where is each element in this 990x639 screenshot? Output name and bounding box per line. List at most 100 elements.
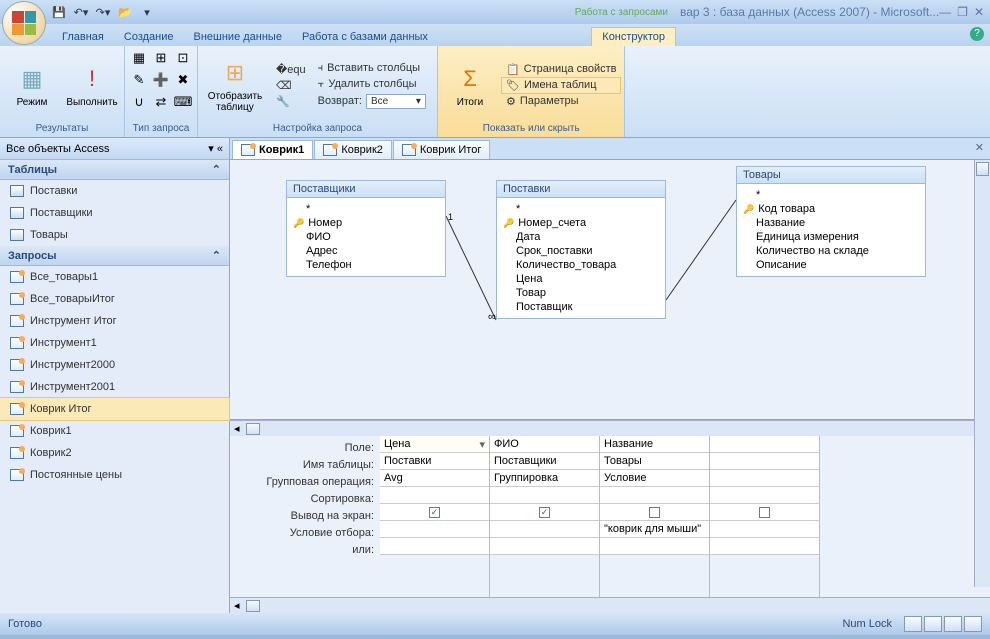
show-table-button[interactable]: ⊞ Отобразить таблицу	[202, 55, 268, 115]
field-cell[interactable]	[710, 436, 819, 453]
tab-design[interactable]: Конструктор	[591, 27, 676, 46]
show-cell[interactable]: ✓	[490, 504, 599, 521]
table-cell[interactable]: Товары	[600, 453, 709, 470]
restore-button[interactable]: ❐	[957, 5, 968, 19]
or-cell[interactable]	[490, 538, 599, 555]
passthrough-icon[interactable]: ⇄	[151, 92, 171, 112]
field-row[interactable]: Телефон	[293, 258, 439, 272]
field-row[interactable]: 🔑Номер	[293, 216, 439, 230]
design-diagram[interactable]: 1 ∞ Поставщики*🔑НомерФИОАдресТелефонПост…	[230, 160, 990, 420]
field-row[interactable]: 🔑Код товара	[743, 202, 919, 216]
field-row[interactable]: Количество_товара	[503, 258, 659, 272]
nav-header[interactable]: Все объекты Access ▾ «	[0, 138, 229, 160]
insert-cols-button[interactable]: ⫞Вставить столбцы	[314, 61, 430, 76]
return-combo[interactable]: Все▾	[366, 94, 426, 109]
tab-external[interactable]: Внешние данные	[184, 28, 292, 46]
parameters-button[interactable]: ⚙Параметры	[502, 94, 620, 109]
nav-query-item[interactable]: Все_товарыИтог	[0, 288, 229, 310]
nav-query-item[interactable]: Коврик1	[0, 420, 229, 442]
table-cell[interactable]	[710, 453, 819, 470]
table-names-button[interactable]: 🏷Имена таблиц	[502, 78, 620, 93]
grid-column[interactable]: НазваниеТоварыУсловие "коврик для мыши"	[600, 436, 710, 597]
group-cell[interactable]: Avg	[380, 470, 489, 487]
update-icon[interactable]: ✎	[129, 70, 149, 90]
sort-cell[interactable]	[710, 487, 819, 504]
criteria-cell[interactable]	[490, 521, 599, 538]
criteria-cell[interactable]: "коврик для мыши"	[600, 521, 709, 538]
field-row[interactable]: Дата	[503, 230, 659, 244]
tab-home[interactable]: Главная	[52, 28, 114, 46]
or-cell[interactable]	[380, 538, 489, 555]
delete-rows-button[interactable]: ⌫	[272, 78, 310, 93]
view-button[interactable]: ▦ Режим	[4, 61, 60, 110]
nav-query-item[interactable]: Инструмент1	[0, 332, 229, 354]
sort-cell[interactable]	[380, 487, 489, 504]
nav-table-item[interactable]: Поставки	[0, 180, 229, 202]
or-cell[interactable]	[710, 538, 819, 555]
diagram-hscroll[interactable]: ◂	[230, 420, 990, 436]
or-cell[interactable]	[600, 538, 709, 555]
open-icon[interactable]: 📂	[116, 3, 134, 21]
nav-query-item[interactable]: Все_товары1	[0, 266, 229, 288]
datadef-icon[interactable]: ⌨	[173, 92, 193, 112]
help-button[interactable]: ?	[970, 27, 984, 41]
nav-query-item[interactable]: Коврик Итог	[0, 398, 229, 420]
grid-column[interactable]: Цена ▾ПоставкиAvg✓	[380, 436, 490, 597]
field-row[interactable]: Срок_поставки	[503, 244, 659, 258]
maketable-icon[interactable]: ⊡	[173, 48, 193, 68]
field-row[interactable]: Цена	[503, 272, 659, 286]
table-cell[interactable]: Поставки	[380, 453, 489, 470]
checkbox[interactable]: ✓	[429, 507, 440, 518]
group-cell[interactable]: Группировка	[490, 470, 599, 487]
design-view-button[interactable]	[944, 616, 962, 632]
doc-tab[interactable]: Коврик2	[314, 140, 392, 159]
sort-cell[interactable]	[490, 487, 599, 504]
sql-view-button[interactable]	[924, 616, 942, 632]
criteria-cell[interactable]	[380, 521, 489, 538]
tab-create[interactable]: Создание	[114, 28, 184, 46]
datasheet-view-button[interactable]	[904, 616, 922, 632]
group-cell[interactable]	[710, 470, 819, 487]
qat-more-icon[interactable]: ▾	[138, 3, 156, 21]
property-sheet-button[interactable]: 📋Страница свойств	[502, 62, 620, 77]
nav-table-item[interactable]: Поставщики	[0, 202, 229, 224]
table-box[interactable]: Поставки*🔑Номер_счетаДатаСрок_поставкиКо…	[496, 180, 666, 319]
show-cell[interactable]	[710, 504, 819, 521]
field-row[interactable]: 🔑Номер_счета	[503, 216, 659, 230]
field-row[interactable]: *	[503, 202, 659, 216]
run-button[interactable]: ! Выполнить	[64, 61, 120, 110]
builder-button[interactable]: 🔧	[272, 94, 310, 109]
field-row[interactable]: Поставщик	[503, 300, 659, 314]
field-row[interactable]: ФИО	[293, 230, 439, 244]
show-cell[interactable]	[600, 504, 709, 521]
nav-query-item[interactable]: Коврик2	[0, 442, 229, 464]
office-button[interactable]	[2, 1, 46, 45]
checkbox[interactable]: ✓	[539, 507, 550, 518]
select-query-icon[interactable]: ▦	[129, 48, 149, 68]
redo-icon[interactable]: ↷▾	[94, 3, 112, 21]
nav-query-item[interactable]: Инструмент Итог	[0, 310, 229, 332]
doc-tab[interactable]: Коврик1	[232, 140, 313, 159]
grid-hscroll[interactable]: ◂	[230, 597, 990, 613]
nav-query-item[interactable]: Инструмент2000	[0, 354, 229, 376]
field-row[interactable]: *	[293, 202, 439, 216]
union-icon[interactable]: ∪	[129, 92, 149, 112]
sort-cell[interactable]	[600, 487, 709, 504]
field-cell[interactable]: Название	[600, 436, 709, 453]
field-row[interactable]: Название	[743, 216, 919, 230]
insert-rows-button[interactable]: �equ	[272, 62, 310, 77]
checkbox[interactable]	[649, 507, 660, 518]
tab-dbtools[interactable]: Работа с базами данных	[292, 28, 438, 46]
table-cell[interactable]: Поставщики	[490, 453, 599, 470]
field-row[interactable]: Адрес	[293, 244, 439, 258]
group-cell[interactable]: Условие	[600, 470, 709, 487]
grid-column[interactable]: ФИОПоставщикиГруппировка✓	[490, 436, 600, 597]
append-icon[interactable]: ➕	[151, 70, 171, 90]
nav-cat-tables[interactable]: Таблицы⌃	[0, 160, 229, 180]
delete-query-icon[interactable]: ✖	[173, 70, 193, 90]
nav-query-item[interactable]: Постоянные цены	[0, 464, 229, 486]
field-row[interactable]: Количество на складе	[743, 244, 919, 258]
table-box[interactable]: Поставщики*🔑НомерФИОАдресТелефон	[286, 180, 446, 277]
criteria-cell[interactable]	[710, 521, 819, 538]
nav-query-item[interactable]: Инструмент2001	[0, 376, 229, 398]
